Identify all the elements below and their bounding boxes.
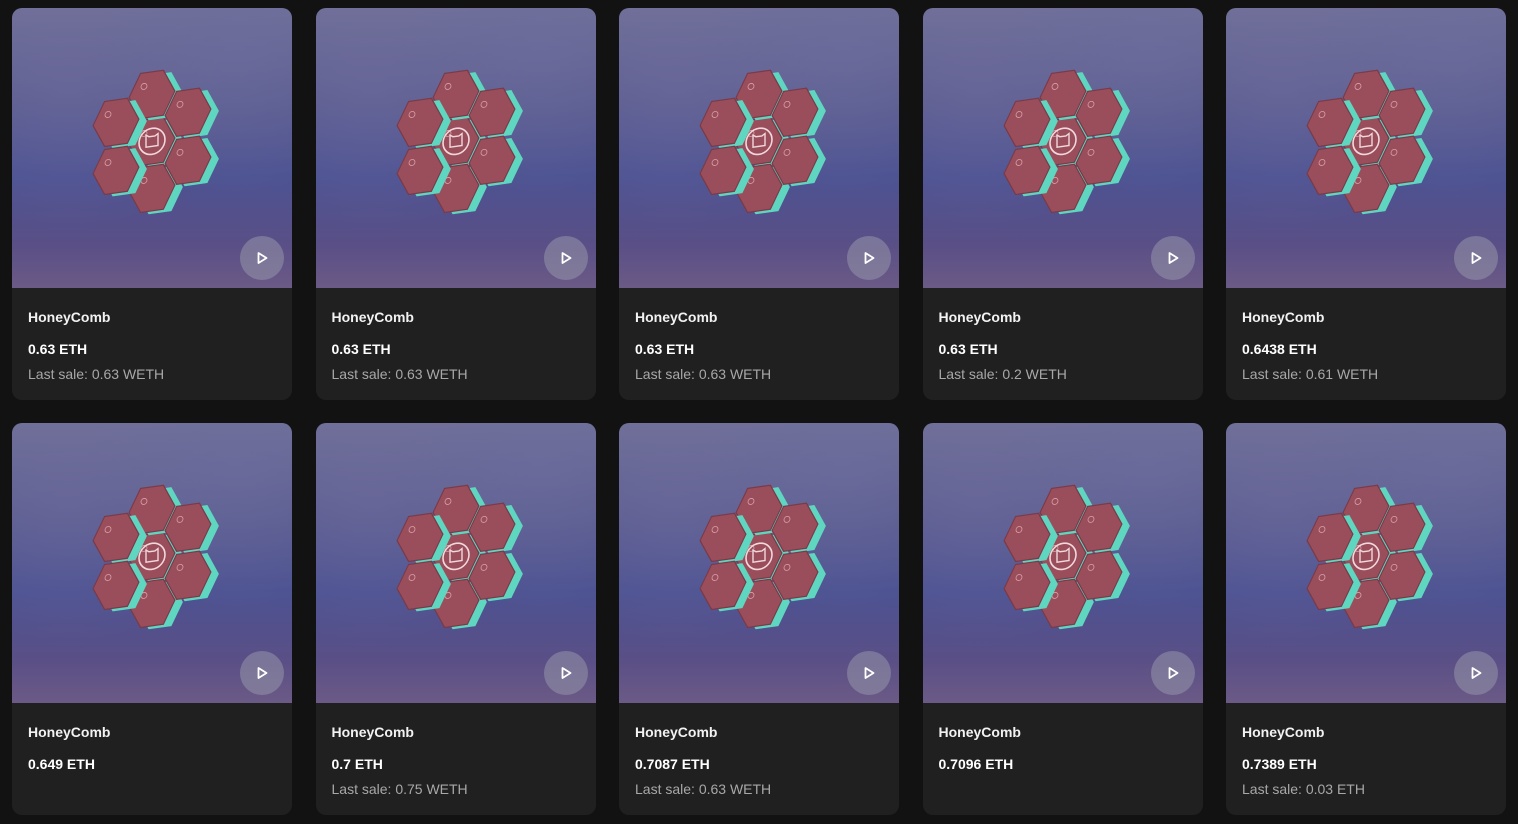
play-icon [257,252,268,264]
play-icon [864,252,875,264]
play-icon [1471,252,1482,264]
nft-last-sale [939,781,1187,797]
nft-media[interactable] [1226,423,1506,703]
play-icon [561,252,571,264]
play-button[interactable] [1454,651,1498,695]
nft-media[interactable] [922,8,1203,288]
nft-price: 0.7 ETH [331,756,383,772]
play-button[interactable] [1454,236,1498,280]
nft-name[interactable]: HoneyComb [635,724,883,740]
nft-name[interactable]: HoneyComb [28,724,276,740]
nft-info: HoneyComb 0.7087 ETH Last sale: 0.63 WET… [619,703,899,797]
nft-info: HoneyComb 0.7096 ETH [923,703,1203,797]
nft-info: HoneyComb 0.6438 ETH Last sale: 0.61 WET… [1226,288,1506,382]
play-button[interactable] [543,236,588,280]
play-icon [257,667,268,679]
nft-last-sale [28,781,276,797]
nft-price: 0.6438 ETH [1242,341,1317,357]
nft-grid: HoneyComb 0.63 ETH Last sale: 0.63 WETH … [12,8,1506,815]
nft-media[interactable] [12,8,292,288]
nft-card-9[interactable]: HoneyComb 0.7096 ETH [922,423,1203,815]
nft-name[interactable]: HoneyComb [635,309,883,325]
nft-last-sale: Last sale: 0.2 WETH [938,366,1067,382]
play-icon [1168,252,1178,264]
play-icon [561,667,571,679]
nft-name[interactable]: HoneyComb [939,724,1187,740]
nft-info: HoneyComb 0.63 ETH Last sale: 0.63 WETH [619,288,899,382]
play-button[interactable] [1150,236,1195,280]
nft-card-6[interactable]: HoneyComb 0.649 ETH [12,423,292,815]
nft-last-sale: Last sale: 0.61 WETH [1242,366,1379,382]
play-button[interactable] [847,651,891,695]
play-button[interactable] [240,236,284,280]
nft-price: 0.7096 ETH [938,756,1014,772]
nft-card-5[interactable]: HoneyComb 0.6438 ETH Last sale: 0.61 WET… [1226,8,1506,400]
nft-card-1[interactable]: HoneyComb 0.63 ETH Last sale: 0.63 WETH [12,8,292,400]
play-button[interactable] [847,236,891,280]
play-button[interactable] [1150,651,1195,695]
nft-info: HoneyComb 0.63 ETH Last sale: 0.63 WETH [12,288,292,382]
nft-info: HoneyComb 0.7 ETH Last sale: 0.75 WETH [316,703,596,797]
play-button[interactable] [543,651,588,695]
nft-last-sale: Last sale: 0.03 ETH [1242,781,1365,797]
nft-name[interactable]: HoneyComb [1242,724,1490,740]
nft-info: HoneyComb 0.63 ETH Last sale: 0.63 WETH [316,288,596,382]
nft-card-3[interactable]: HoneyComb 0.63 ETH Last sale: 0.63 WETH [619,8,899,400]
nft-info: HoneyComb 0.7389 ETH Last sale: 0.03 ETH [1226,703,1506,797]
nft-price: 0.649 ETH [28,756,95,772]
nft-media[interactable] [619,8,899,288]
play-icon [1168,667,1178,679]
nft-price: 0.7389 ETH [1242,756,1317,772]
nft-info: HoneyComb 0.649 ETH [12,703,292,797]
nft-name[interactable]: HoneyComb [28,309,276,325]
nft-price: 0.63 ETH [28,341,88,357]
nft-price: 0.63 ETH [938,341,998,357]
nft-price: 0.63 ETH [331,341,391,357]
nft-last-sale: Last sale: 0.63 WETH [331,366,468,382]
nft-name[interactable]: HoneyComb [332,724,580,740]
nft-info: HoneyComb 0.63 ETH Last sale: 0.2 WETH [923,288,1203,382]
nft-card-10[interactable]: HoneyComb 0.7389 ETH Last sale: 0.03 ETH [1226,423,1506,815]
nft-media[interactable] [315,8,596,288]
nft-last-sale: Last sale: 0.63 WETH [28,366,165,382]
play-icon [864,667,875,679]
nft-media[interactable] [619,423,899,703]
nft-last-sale: Last sale: 0.75 WETH [331,781,468,797]
nft-name[interactable]: HoneyComb [939,309,1187,325]
nft-last-sale: Last sale: 0.63 WETH [635,366,772,382]
play-icon [1471,667,1482,679]
nft-price: 0.7087 ETH [635,756,710,772]
nft-price: 0.63 ETH [635,341,695,357]
nft-media[interactable] [1226,8,1506,288]
nft-card-2[interactable]: HoneyComb 0.63 ETH Last sale: 0.63 WETH [315,8,596,400]
nft-media[interactable] [315,423,596,703]
nft-name[interactable]: HoneyComb [332,309,580,325]
nft-card-8[interactable]: HoneyComb 0.7087 ETH Last sale: 0.63 WET… [619,423,899,815]
nft-card-7[interactable]: HoneyComb 0.7 ETH Last sale: 0.75 WETH [315,423,596,815]
play-button[interactable] [240,651,284,695]
nft-media[interactable] [922,423,1203,703]
nft-last-sale: Last sale: 0.63 WETH [635,781,772,797]
nft-media[interactable] [12,423,292,703]
nft-name[interactable]: HoneyComb [1242,309,1490,325]
nft-card-4[interactable]: HoneyComb 0.63 ETH Last sale: 0.2 WETH [922,8,1203,400]
